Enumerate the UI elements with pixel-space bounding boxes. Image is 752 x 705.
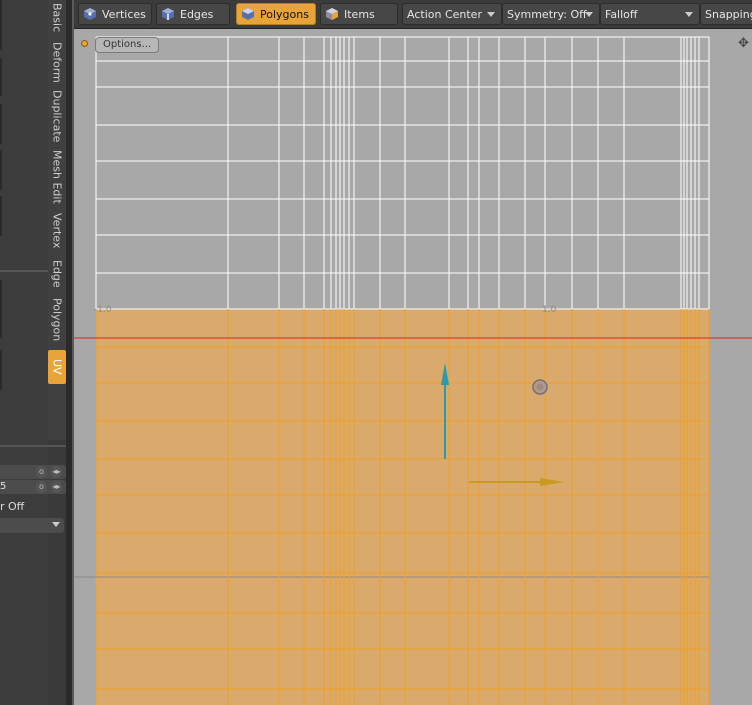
numeric-field-bottom[interactable]: 5 o ◂▸ bbox=[0, 480, 66, 494]
chevron-down-icon bbox=[52, 522, 60, 527]
tab-edge[interactable]: Edge bbox=[48, 258, 66, 290]
symmetry-label: Symmetry: Off bbox=[507, 7, 587, 21]
tab-label: Mesh Edit bbox=[50, 150, 64, 204]
edges-cube-icon bbox=[162, 8, 174, 20]
vertices-button[interactable]: Vertices bbox=[78, 3, 152, 25]
tab-label: Basic bbox=[50, 3, 64, 33]
tab-label: Duplicate bbox=[50, 89, 64, 143]
reset-icon[interactable]: o bbox=[36, 481, 47, 493]
tab-mesh-edit[interactable]: Mesh Edit bbox=[48, 150, 66, 204]
transform-center-dot bbox=[536, 383, 544, 391]
toggle-label: r Off bbox=[0, 500, 25, 513]
uv-grid[interactable] bbox=[74, 29, 752, 705]
uv-viewport[interactable]: Options... ✥ -1.0 1.0 bbox=[74, 29, 752, 705]
tab-duplicate[interactable]: Duplicate bbox=[48, 90, 66, 142]
numeric-field-top[interactable]: o ◂▸ bbox=[0, 465, 66, 479]
spin-arrows-icon[interactable]: ◂▸ bbox=[51, 481, 62, 493]
items-label: Items bbox=[344, 7, 375, 21]
viewport-margin bbox=[710, 29, 752, 705]
vertices-label: Vertices bbox=[102, 7, 146, 21]
panel-strip bbox=[0, 0, 2, 50]
tab-vertex[interactable]: Vertex bbox=[48, 212, 66, 250]
reset-icon[interactable]: o bbox=[36, 466, 47, 478]
tab-label: Edge bbox=[50, 260, 64, 288]
options-button[interactable]: Options... bbox=[95, 37, 160, 53]
vertices-cube-icon bbox=[84, 8, 96, 20]
chevron-down-icon bbox=[685, 12, 693, 17]
action-center-dropdown[interactable]: Action Center bbox=[402, 3, 502, 25]
panel-divider bbox=[0, 445, 66, 447]
tab-uv[interactable]: UV bbox=[48, 350, 66, 384]
edges-label: Edges bbox=[180, 7, 214, 21]
panel-strip bbox=[0, 196, 2, 236]
viewport-menu-icon[interactable] bbox=[81, 40, 88, 47]
tab-deform[interactable]: Deform bbox=[48, 40, 66, 84]
tab-basic[interactable]: Basic bbox=[48, 2, 66, 34]
top-toolbar: Vertices Edges Polygons Items Action Cen… bbox=[74, 0, 752, 29]
chevron-down-icon bbox=[585, 12, 593, 17]
move-viewport-icon[interactable]: ✥ bbox=[738, 37, 752, 51]
falloff-dropdown[interactable]: Falloff bbox=[600, 3, 700, 25]
snapping-dropdown[interactable]: Snapping bbox=[700, 3, 752, 25]
panel-strip bbox=[0, 104, 2, 144]
tab-label: Polygon bbox=[50, 298, 64, 342]
axis-tick-label: -1.0 bbox=[94, 305, 112, 315]
mode-dropdown[interactable] bbox=[0, 518, 64, 533]
panel-strip bbox=[0, 150, 2, 190]
panel-strip bbox=[0, 58, 2, 96]
polygons-button[interactable]: Polygons bbox=[236, 3, 316, 25]
tab-label: UV bbox=[50, 359, 64, 375]
action-center-label: Action Center bbox=[407, 7, 482, 21]
panel-strip bbox=[0, 350, 2, 390]
tab-label: Deform bbox=[50, 41, 64, 83]
spin-arrows-icon[interactable]: ◂▸ bbox=[51, 466, 62, 478]
tool-properties-panel bbox=[0, 0, 48, 705]
polygons-label: Polygons bbox=[260, 7, 309, 21]
items-cube-icon bbox=[326, 8, 338, 20]
tab-label: Vertex bbox=[50, 213, 64, 249]
edges-button[interactable]: Edges bbox=[156, 3, 230, 25]
panel-strip bbox=[0, 280, 2, 338]
falloff-label: Falloff bbox=[605, 7, 638, 21]
snapping-label: Snapping bbox=[705, 7, 752, 21]
polygons-cube-icon bbox=[242, 8, 254, 20]
chevron-down-icon bbox=[487, 12, 495, 17]
axis-tick-label: 1.0 bbox=[542, 305, 557, 315]
tab-polygon[interactable]: Polygon bbox=[48, 296, 66, 344]
symmetry-dropdown[interactable]: Symmetry: Off bbox=[502, 3, 600, 25]
items-button[interactable]: Items bbox=[320, 3, 398, 25]
selection-fill bbox=[96, 309, 709, 705]
field-value: 5 bbox=[0, 481, 7, 492]
